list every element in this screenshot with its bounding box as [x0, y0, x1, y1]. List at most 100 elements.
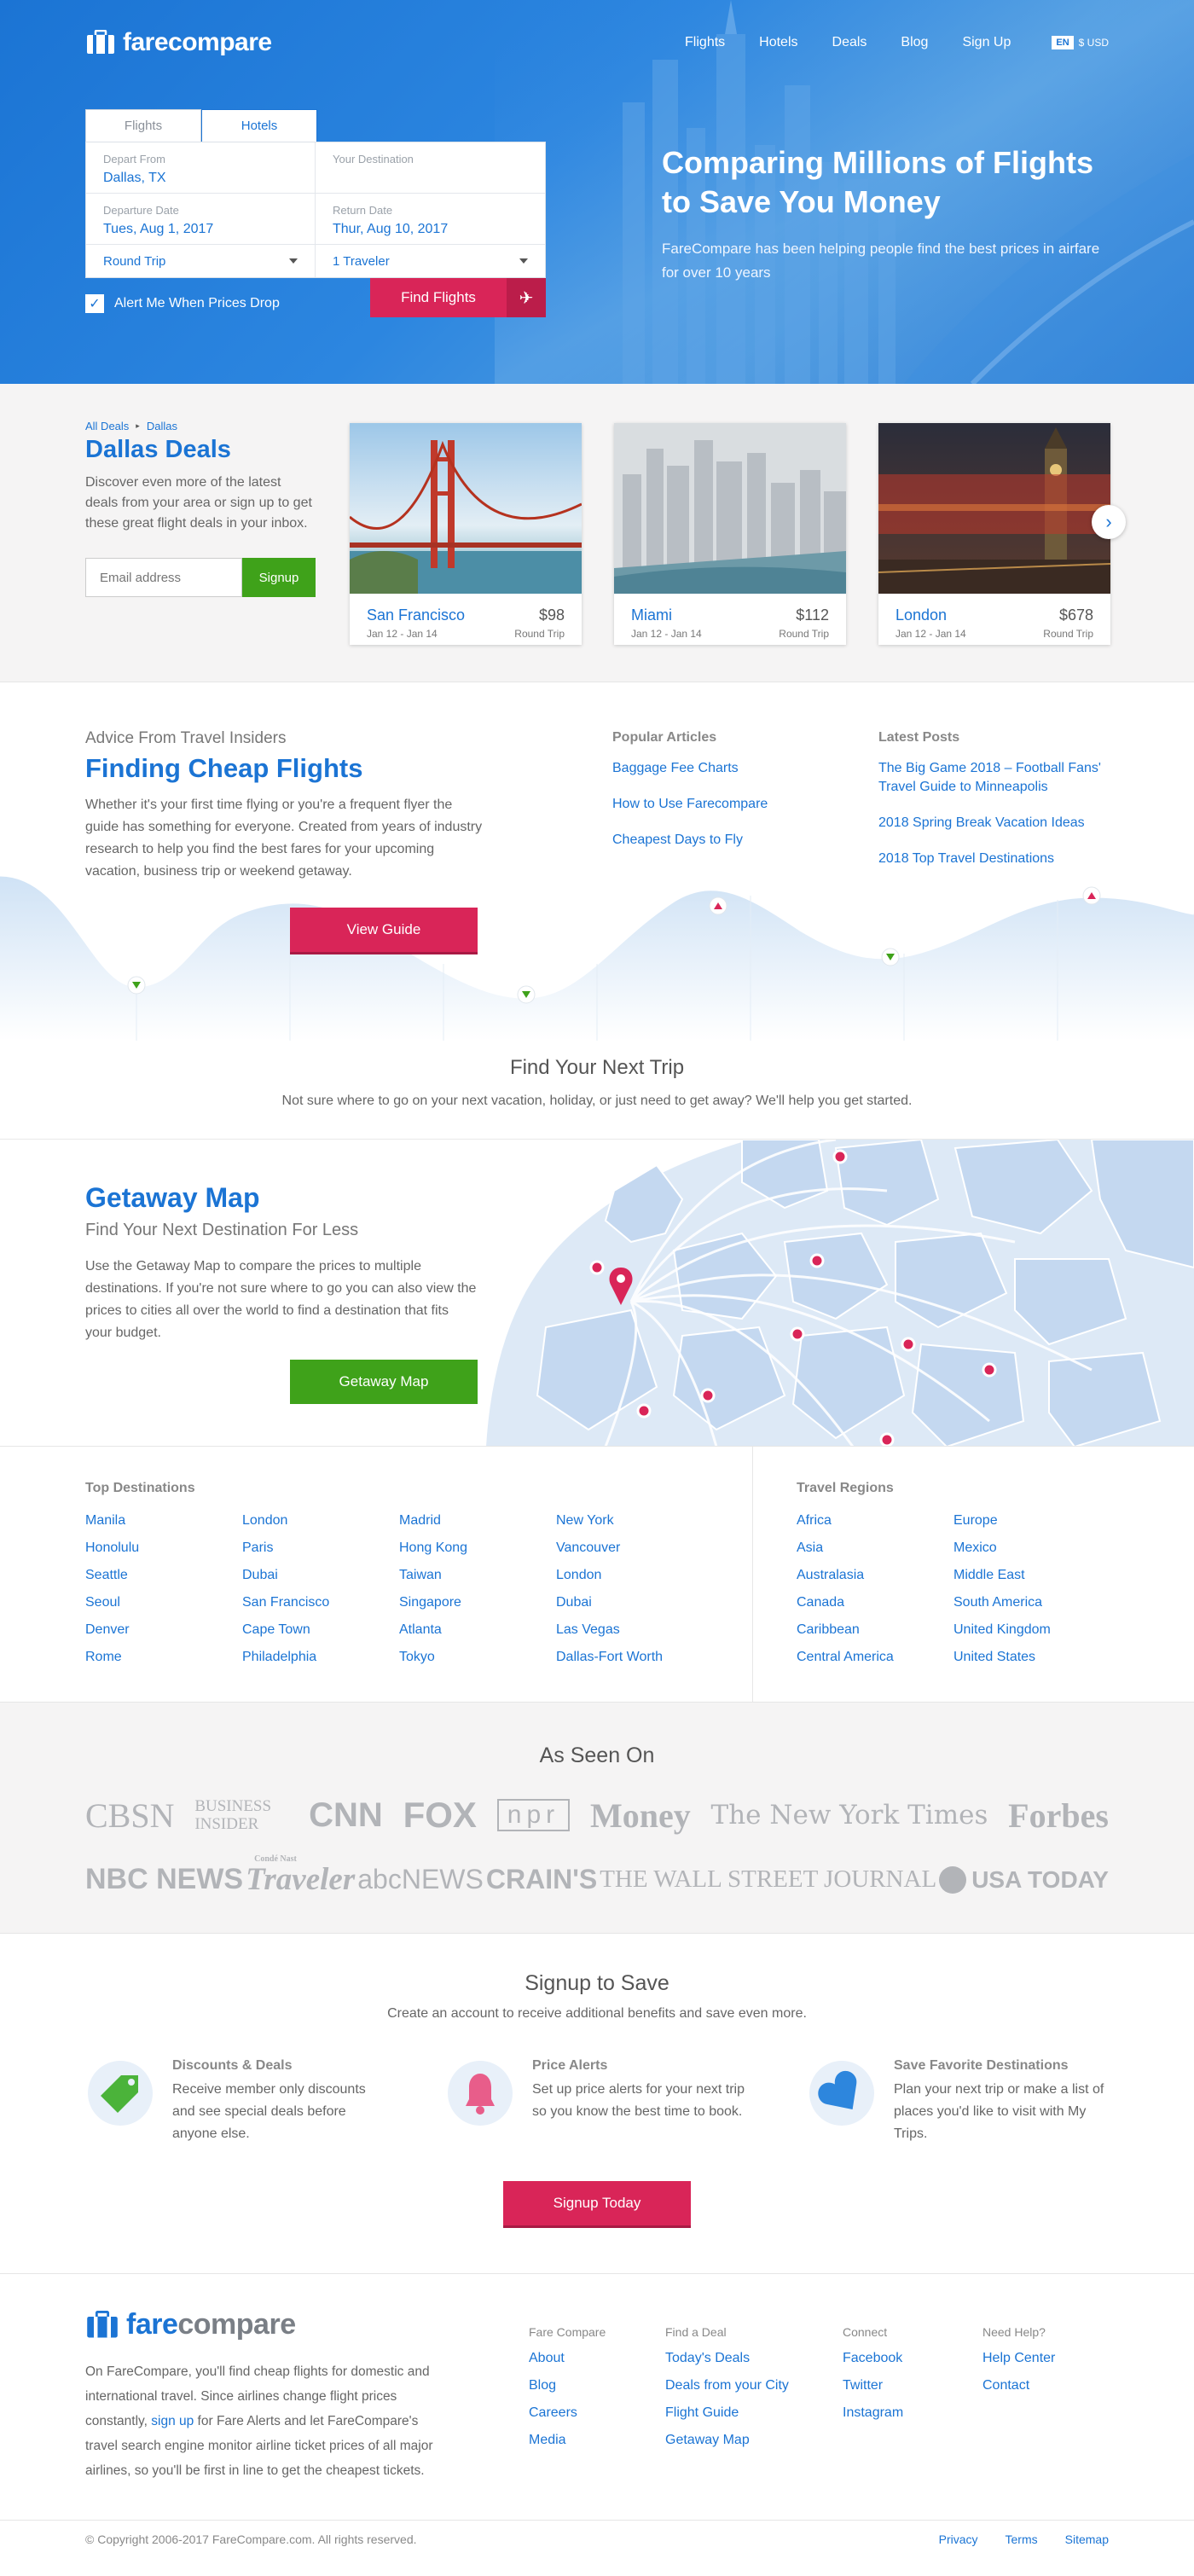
email-input[interactable]	[85, 558, 242, 597]
destination-link[interactable]: Madrid	[399, 1513, 556, 1529]
latest-post-link[interactable]: The Big Game 2018 – Football Fans' Trave…	[878, 759, 1126, 797]
destination-link[interactable]: Taiwan	[399, 1568, 556, 1583]
nav-blog[interactable]: Blog	[901, 35, 928, 50]
destination-link[interactable]: San Francisco	[242, 1595, 399, 1610]
destination-link[interactable]: Seattle	[85, 1568, 242, 1583]
destination-link[interactable]: Vancouver	[556, 1540, 713, 1556]
footer-link-flight-guide[interactable]: Flight Guide	[665, 2405, 789, 2421]
destination-link[interactable]: Rome	[85, 1650, 242, 1665]
destination-link[interactable]: Philadelphia	[242, 1650, 399, 1665]
deal-price: $98	[538, 606, 565, 624]
destination-link[interactable]: New York	[556, 1513, 713, 1529]
region-link[interactable]: Australasia	[797, 1568, 953, 1583]
region-link[interactable]: Mexico	[953, 1540, 1110, 1556]
latest-post-link[interactable]: 2018 Spring Break Vacation Ideas	[878, 814, 1126, 833]
destination-link[interactable]: Denver	[85, 1622, 242, 1638]
forbes-logo: Forbes	[1008, 1796, 1109, 1835]
cbsn-logo: CBSN	[85, 1796, 175, 1835]
footer-col-need-help: Need Help? Help Center Contact	[982, 2325, 1055, 2405]
footer-link-terms[interactable]: Terms	[1006, 2532, 1038, 2546]
footer-link-media[interactable]: Media	[529, 2433, 606, 2448]
latest-post-link[interactable]: 2018 Top Travel Destinations	[878, 850, 1126, 868]
footer-link-about[interactable]: About	[529, 2351, 606, 2366]
footer-link-sitemap[interactable]: Sitemap	[1065, 2532, 1109, 2546]
footer-link-deals-from-city[interactable]: Deals from your City	[665, 2378, 789, 2393]
footer-brand-logo[interactable]: fare compare	[85, 2308, 296, 2341]
breadcrumb-all-deals[interactable]: All Deals	[85, 420, 129, 432]
footer-link-blog[interactable]: Blog	[529, 2378, 606, 2393]
nav-hotels[interactable]: Hotels	[759, 35, 797, 50]
return-date-field[interactable]: Return Date Thur, Aug 10, 2017	[316, 194, 545, 245]
region-link[interactable]: Asia	[797, 1540, 953, 1556]
wall-street-journal-logo: THE WALL STREET JOURNAL	[600, 1865, 937, 1893]
price-alert-toggle[interactable]: ✓ Alert Me When Prices Drop	[85, 294, 280, 313]
footer-link-careers[interactable]: Careers	[529, 2405, 606, 2421]
footer-link-contact[interactable]: Contact	[982, 2378, 1055, 2393]
destination-link[interactable]: Atlanta	[399, 1622, 556, 1638]
destination-link[interactable]: London	[242, 1513, 399, 1529]
breadcrumb-dallas[interactable]: Dallas	[147, 420, 177, 432]
destination-link[interactable]: Dubai	[242, 1568, 399, 1583]
nav-flights[interactable]: Flights	[685, 35, 725, 50]
tab-flights[interactable]: Flights	[85, 109, 201, 142]
language-currency-selector[interactable]: EN $ USD	[1052, 36, 1109, 49]
destination-link[interactable]: Seoul	[85, 1595, 242, 1610]
popular-article-link[interactable]: Baggage Fee Charts	[612, 759, 834, 778]
depart-from-field[interactable]: Depart From Dallas, TX	[86, 142, 316, 194]
feature-price-alerts: Price Alerts Set up price alerts for you…	[445, 2058, 752, 2128]
destination-link[interactable]: Las Vegas	[556, 1622, 713, 1638]
region-link[interactable]: South America	[953, 1595, 1110, 1610]
departure-date-field[interactable]: Departure Date Tues, Aug 1, 2017	[86, 194, 316, 245]
destination-link[interactable]: Paris	[242, 1540, 399, 1556]
destination-link[interactable]: Tokyo	[399, 1650, 556, 1665]
region-link[interactable]: Middle East	[953, 1568, 1110, 1583]
region-link[interactable]: Africa	[797, 1513, 953, 1529]
destination-link[interactable]: Honolulu	[85, 1540, 242, 1556]
region-link[interactable]: Canada	[797, 1595, 953, 1610]
tab-hotels[interactable]: Hotels	[201, 109, 317, 142]
footer-link-getaway-map[interactable]: Getaway Map	[665, 2433, 789, 2448]
footer-link-help-center[interactable]: Help Center	[982, 2351, 1055, 2366]
view-guide-button[interactable]: View Guide	[290, 908, 478, 952]
deal-card-san-francisco[interactable]: San Francisco $98 Jan 12 - Jan 14 Round …	[349, 423, 583, 645]
trip-type-select[interactable]: Round Trip	[86, 245, 316, 277]
region-link[interactable]: Caribbean	[797, 1622, 953, 1638]
destination-link[interactable]: Dallas-Fort Worth	[556, 1650, 713, 1665]
footer-link-twitter[interactable]: Twitter	[843, 2378, 903, 2393]
getaway-map-button[interactable]: Getaway Map	[290, 1360, 478, 1404]
footer-link-todays-deals[interactable]: Today's Deals	[665, 2351, 789, 2366]
region-link[interactable]: United Kingdom	[953, 1622, 1110, 1638]
carousel-next-chevron-right-icon[interactable]: ›	[1092, 505, 1126, 539]
footer-link-instagram[interactable]: Instagram	[843, 2405, 903, 2421]
region-link[interactable]: Central America	[797, 1650, 953, 1665]
deal-card-miami[interactable]: Miami $112 Jan 12 - Jan 14 Round Trip	[614, 423, 846, 645]
signup-today-button[interactable]: Signup Today	[503, 2181, 691, 2225]
deals-signup-button[interactable]: Signup	[242, 558, 316, 597]
destination-link[interactable]: Dubai	[556, 1595, 713, 1610]
footer-link-facebook[interactable]: Facebook	[843, 2351, 903, 2366]
nav-deals[interactable]: Deals	[832, 35, 867, 50]
destination-link[interactable]: Manila	[85, 1513, 242, 1529]
footer-sign-up-link[interactable]: sign up	[151, 2414, 194, 2428]
region-link[interactable]: United States	[953, 1650, 1110, 1665]
destination-link[interactable]: Hong Kong	[399, 1540, 556, 1556]
popular-article-link[interactable]: How to Use Farecompare	[612, 795, 834, 814]
deal-card-meta: Jan 12 - Jan 14 Round Trip	[614, 624, 846, 640]
footer-link-privacy[interactable]: Privacy	[939, 2532, 978, 2546]
deal-card-london[interactable]: London $678 Jan 12 - Jan 14 Round Trip	[878, 423, 1111, 645]
destination-link[interactable]: Singapore	[399, 1595, 556, 1610]
feature-body: Set up price alerts for your next trip s…	[532, 2082, 745, 2119]
checkbox-checked-icon[interactable]: ✓	[85, 294, 104, 313]
find-flights-button[interactable]: Find Flights ✈	[370, 278, 546, 317]
destination-link[interactable]: London	[556, 1568, 713, 1583]
feature-text: Price Alerts Set up price alerts for you…	[532, 2058, 745, 2128]
footer-about: On FareCompare, you'll find cheap flight…	[85, 2359, 443, 2483]
nav-sign-up[interactable]: Sign Up	[962, 35, 1011, 50]
destination-link[interactable]: Cape Town	[242, 1622, 399, 1638]
brand-logo[interactable]: farecompare	[85, 28, 272, 57]
popular-article-link[interactable]: Cheapest Days to Fly	[612, 831, 834, 850]
destination-field[interactable]: Your Destination	[316, 142, 545, 194]
region-link[interactable]: Europe	[953, 1513, 1110, 1529]
travelers-select[interactable]: 1 Traveler	[316, 245, 545, 277]
europe-map-graphic[interactable]	[461, 1140, 1194, 1446]
